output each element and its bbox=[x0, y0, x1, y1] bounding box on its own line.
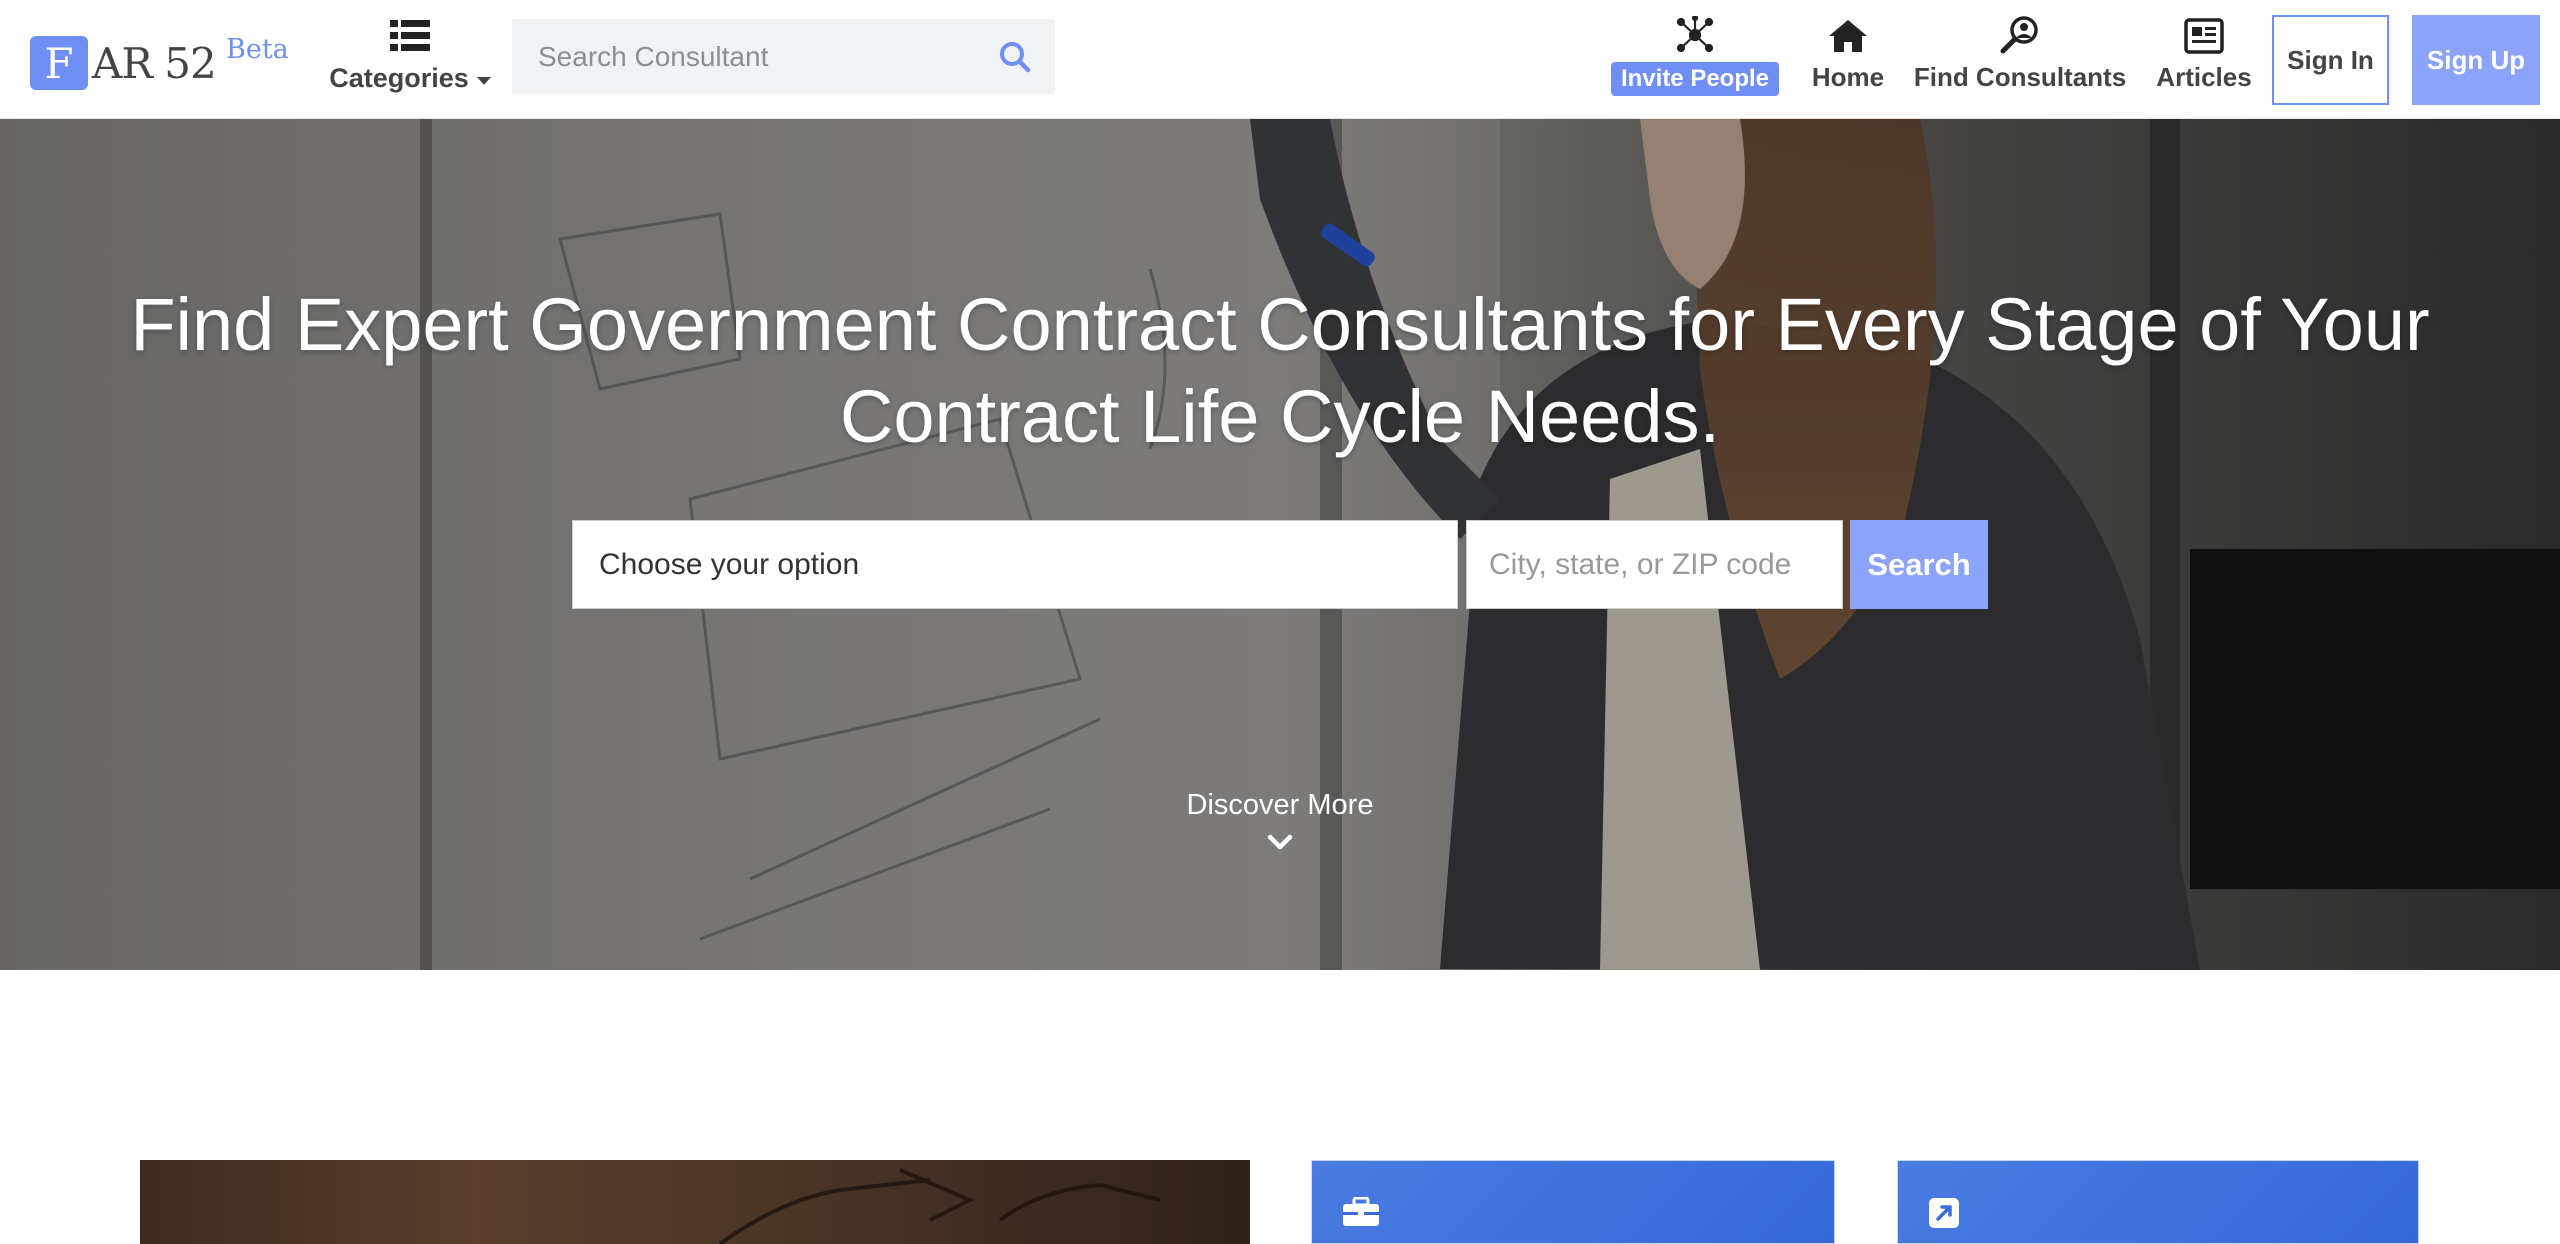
newspaper-icon bbox=[2184, 14, 2224, 54]
external-link-icon bbox=[1928, 1197, 1960, 1234]
list-icon bbox=[390, 20, 430, 57]
home-icon bbox=[1827, 14, 1869, 54]
hero-title: Find Expert Government Contract Consulta… bbox=[0, 279, 2560, 463]
sign-up-button[interactable]: Sign Up bbox=[2412, 15, 2540, 105]
logo-text: AR 52 bbox=[92, 38, 217, 88]
search-icon[interactable] bbox=[985, 41, 1045, 73]
header-search bbox=[512, 19, 1055, 94]
logo-letter: F bbox=[30, 36, 88, 90]
feature-image-card bbox=[140, 1160, 1250, 1244]
sign-in-button[interactable]: Sign In bbox=[2272, 15, 2389, 105]
search-consultant-input[interactable] bbox=[512, 19, 985, 94]
nav-find-consultants[interactable]: Find Consultants bbox=[1914, 14, 2126, 100]
find-person-icon bbox=[2000, 14, 2040, 54]
nav-articles[interactable]: Articles bbox=[2152, 14, 2256, 100]
invite-people-label: Invite People bbox=[1610, 62, 1780, 96]
chevron-down-icon bbox=[1130, 834, 1430, 852]
site-header: F AR 52 Beta Categories Search Consultan… bbox=[0, 0, 2560, 119]
feature-card-2[interactable] bbox=[1897, 1160, 2419, 1244]
articles-label: Articles bbox=[2156, 62, 2252, 92]
location-field bbox=[1466, 520, 1843, 609]
categories-menu[interactable]: Categories bbox=[328, 18, 492, 98]
logo[interactable]: F AR 52 Beta bbox=[30, 34, 289, 90]
nav-invite-people[interactable]: Invite People bbox=[1610, 14, 1780, 100]
feature-image bbox=[718, 1168, 1161, 1244]
hero-section: Find Expert Government Contract Consulta… bbox=[0, 119, 2560, 970]
feature-card-1[interactable] bbox=[1311, 1160, 1835, 1244]
discover-more-link[interactable]: Discover More bbox=[1130, 789, 1430, 852]
caret-down-icon bbox=[476, 76, 491, 85]
hero-title-line-2: Contract Life Cycle Needs. bbox=[839, 375, 1721, 458]
discover-more-label: Discover More bbox=[1186, 789, 1374, 821]
service-option-select[interactable]: Choose your option bbox=[572, 520, 1458, 609]
home-label: Home bbox=[1811, 62, 1885, 92]
hero-title-line-1: Find Expert Government Contract Consulta… bbox=[130, 283, 2430, 366]
nav-home[interactable]: Home bbox=[1806, 14, 1890, 100]
hero-search-button[interactable]: Search bbox=[1850, 520, 1988, 609]
briefcase-icon bbox=[1342, 1196, 1380, 1232]
find-consultants-label: Find Consultants bbox=[1913, 62, 2127, 92]
location-input[interactable] bbox=[1467, 521, 1842, 608]
beta-badge: Beta bbox=[226, 34, 289, 65]
categories-label: Categories bbox=[329, 63, 469, 93]
network-icon bbox=[1675, 14, 1715, 54]
